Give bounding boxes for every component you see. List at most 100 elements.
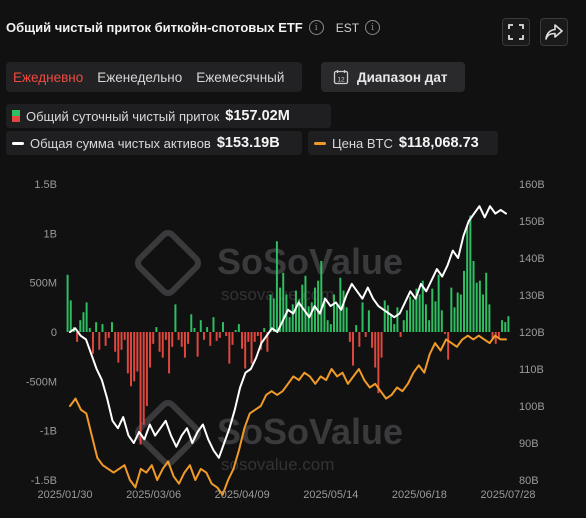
outflow-bar <box>104 332 107 346</box>
outflow-bar <box>114 332 117 352</box>
outflow-bar <box>120 332 123 350</box>
inflow-bar <box>342 290 345 332</box>
right-axis-tick: 160B <box>519 179 545 191</box>
inflow-bar <box>329 324 332 332</box>
inflow-bar <box>206 327 209 332</box>
inflow-bar <box>66 274 69 332</box>
inflow-bar <box>320 260 323 332</box>
outflow-bar <box>444 332 446 334</box>
legend-assets-name: Общая сумма чистых активов <box>30 135 211 151</box>
inflow-bar <box>396 307 399 332</box>
inflow-bar <box>472 260 475 332</box>
outflow-bar <box>187 332 190 344</box>
inflow-bar <box>469 215 472 332</box>
outflow-bar <box>196 332 199 357</box>
outflow-bar <box>371 332 374 348</box>
inflow-bar <box>88 328 91 332</box>
period-selector: Ежедневно Еженедельно Ежемесячный <box>6 62 302 92</box>
inflow-bar <box>272 298 275 332</box>
watermark-layer: SoSoValuesosovalue.comSoSoValuesosovalue… <box>134 229 403 474</box>
outflow-bar <box>231 332 234 345</box>
period-daily[interactable]: Ежедневно <box>6 70 90 85</box>
outflow-bar <box>241 332 243 349</box>
outflow-bar <box>107 332 110 338</box>
inflow-bar <box>269 294 272 332</box>
outflow-bar <box>136 332 139 372</box>
inflow-bar <box>431 288 434 332</box>
outflow-bar <box>225 332 228 336</box>
x-axis-tick: 2025/03/06 <box>126 489 181 501</box>
timezone-info-icon[interactable]: i <box>365 20 381 35</box>
etf-flow-chart[interactable]: SoSoValuesosovalue.comSoSoValuesosovalue… <box>0 170 586 518</box>
outflow-bar <box>168 332 171 374</box>
page-title: Общий чистый приток биткойн-спотовых ETF <box>6 20 303 35</box>
inflow-bar <box>485 272 488 332</box>
info-icon[interactable]: i <box>308 20 324 35</box>
x-axis-tick: 2025/04/09 <box>215 489 270 501</box>
inflow-bar <box>459 294 462 332</box>
legend-btc-value: $118,068.73 <box>398 135 479 151</box>
fullscreen-button[interactable] <box>502 18 530 46</box>
inflow-bar <box>434 301 437 332</box>
inflow-bar <box>367 310 370 332</box>
outflow-bar <box>358 332 361 347</box>
inflow-bar <box>155 327 158 332</box>
date-range-label: Диапазон дат <box>357 69 448 85</box>
inflow-bar <box>291 304 294 332</box>
period-weekly[interactable]: Еженедельно <box>90 70 189 85</box>
inflow-bar <box>263 328 266 332</box>
inflow-bar <box>234 330 237 332</box>
inflow-bar <box>501 320 504 332</box>
left-axis-tick: -1B <box>40 426 57 438</box>
right-axis-tick: 100B <box>519 401 545 413</box>
legend-btc-price[interactable]: Цена BTC $118,068.73 <box>308 131 498 155</box>
legend-daily-value: $157.02M <box>225 108 290 124</box>
inflow-bar <box>402 320 405 332</box>
outflow-bar <box>161 332 164 358</box>
outflow-bar <box>126 332 129 374</box>
right-axis-tick: 130B <box>519 290 545 302</box>
watermark-brand: SoSoValue <box>217 411 403 452</box>
outflow-bar <box>139 332 142 445</box>
outflow-bar <box>180 332 183 347</box>
outflow-bar <box>117 332 120 363</box>
inflow-bar <box>478 280 481 332</box>
inflow-bar <box>275 241 278 332</box>
left-axis-tick: 0 <box>51 327 57 339</box>
inflow-bar <box>307 306 310 332</box>
inflow-bar <box>333 294 335 332</box>
left-axis-tick: -500M <box>26 376 57 388</box>
x-axis-tick: 2025/01/30 <box>37 489 92 501</box>
outflow-bar <box>247 332 250 342</box>
outflow-bar <box>152 332 155 344</box>
watermark-logo-icon <box>134 229 202 297</box>
inflow-bar <box>190 314 193 332</box>
share-button[interactable] <box>540 18 568 46</box>
legend-daily-inflow[interactable]: Общий суточный чистый приток $157.02M <box>6 104 331 128</box>
inflow-bar <box>428 320 431 332</box>
right-axis-tick: 80B <box>519 475 539 487</box>
inflow-bar <box>310 302 313 332</box>
inflow-bar <box>507 316 510 332</box>
outflow-bar <box>145 332 148 406</box>
assets-swatch-icon <box>12 141 24 145</box>
period-monthly[interactable]: Ежемесячный <box>189 70 291 85</box>
watermark-url: sosovalue.com <box>221 455 334 474</box>
outflow-bar <box>494 332 497 344</box>
outflow-bar <box>399 332 402 337</box>
date-range-button[interactable]: 12 Диапазон дат <box>321 62 465 92</box>
inflow-bar <box>418 294 421 332</box>
inflow-bar <box>193 328 196 332</box>
calendar-icon-text: 12 <box>337 77 345 84</box>
legend-net-assets[interactable]: Общая сумма чистых активов $153.19B <box>6 131 302 155</box>
outflow-bar <box>183 332 186 358</box>
outflow-bar <box>447 332 450 360</box>
inflow-bar <box>386 305 389 332</box>
inflow-bar <box>82 312 85 332</box>
outflow-bar <box>202 332 205 340</box>
timezone-label[interactable]: EST <box>336 21 359 35</box>
right-axis-tick: 150B <box>519 216 545 228</box>
outflow-bar <box>209 332 212 346</box>
outflow-bar <box>91 332 94 354</box>
outflow-bar <box>142 332 145 425</box>
